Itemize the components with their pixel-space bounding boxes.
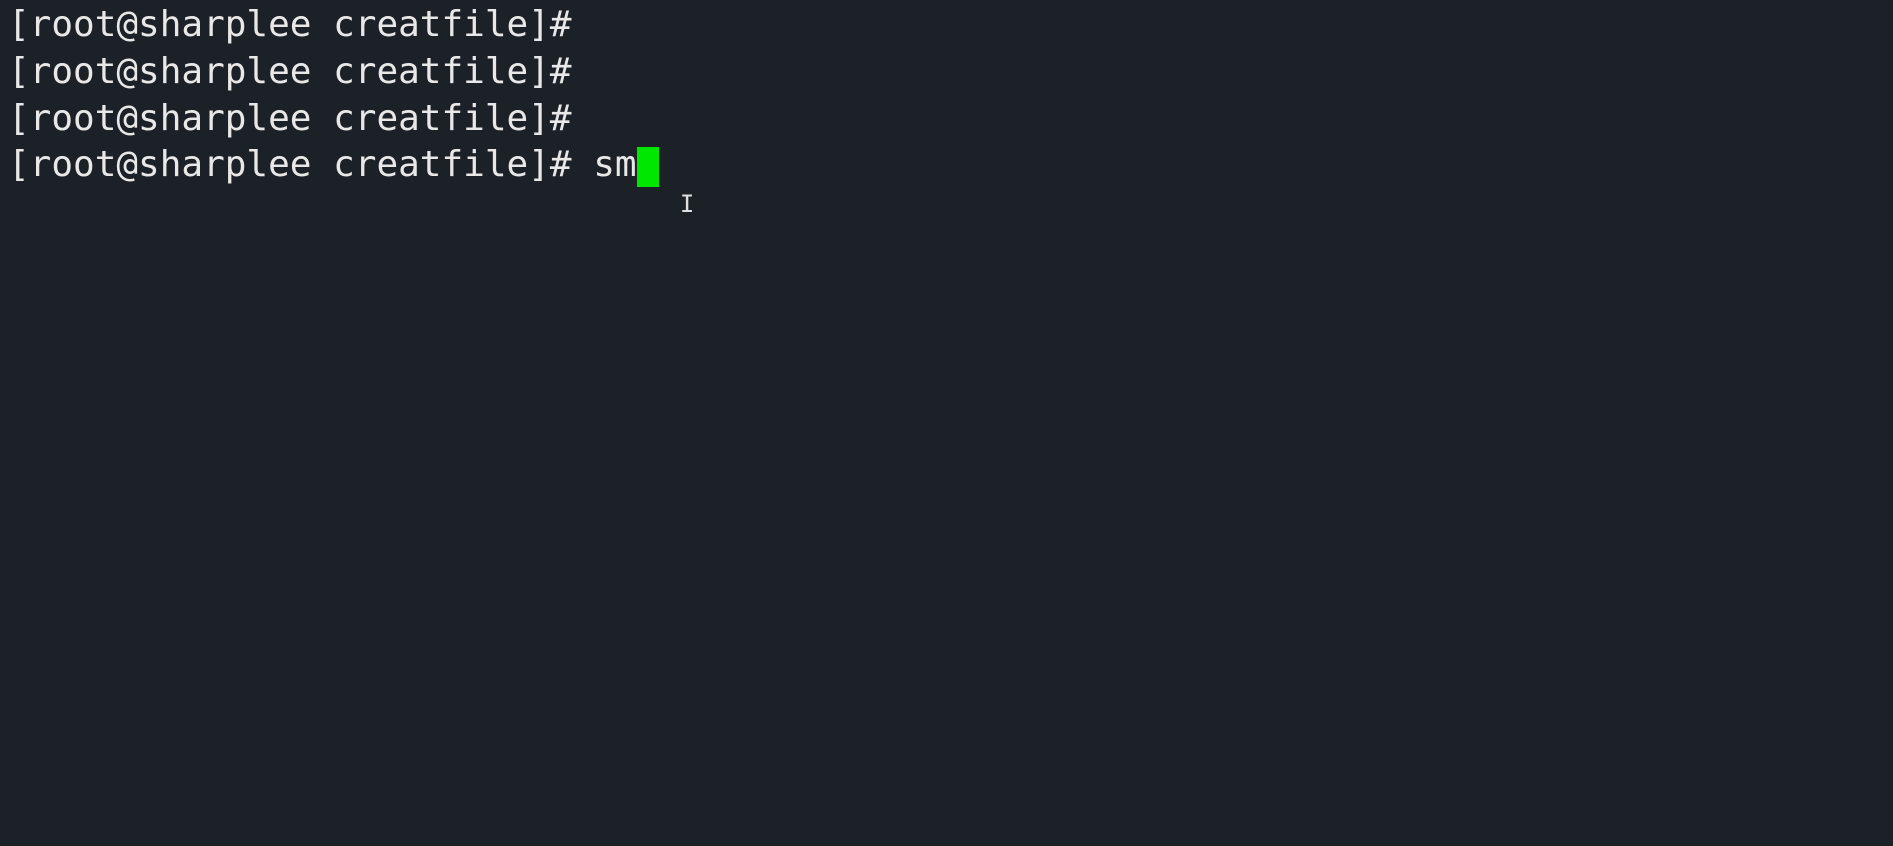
terminal-window[interactable]: [root@sharplee creatfile]# [root@sharple…: [0, 0, 1893, 238]
terminal-line: [root@sharplee creatfile]#: [8, 96, 1885, 143]
terminal-line: [root@sharplee creatfile]#: [8, 49, 1885, 96]
prompt: [root@sharplee creatfile]#: [8, 4, 572, 45]
prompt: [root@sharplee creatfile]#: [8, 144, 572, 185]
block-cursor: [637, 147, 659, 187]
command-text: sm: [593, 144, 636, 185]
text-caret-icon: I: [680, 189, 694, 220]
text-caret-line: I: [8, 189, 1885, 236]
terminal-line-active[interactable]: [root@sharplee creatfile]# sm: [8, 142, 1885, 189]
prompt: [root@sharplee creatfile]#: [8, 51, 572, 92]
prompt: [root@sharplee creatfile]#: [8, 98, 572, 139]
terminal-line: [root@sharplee creatfile]#: [8, 2, 1885, 49]
